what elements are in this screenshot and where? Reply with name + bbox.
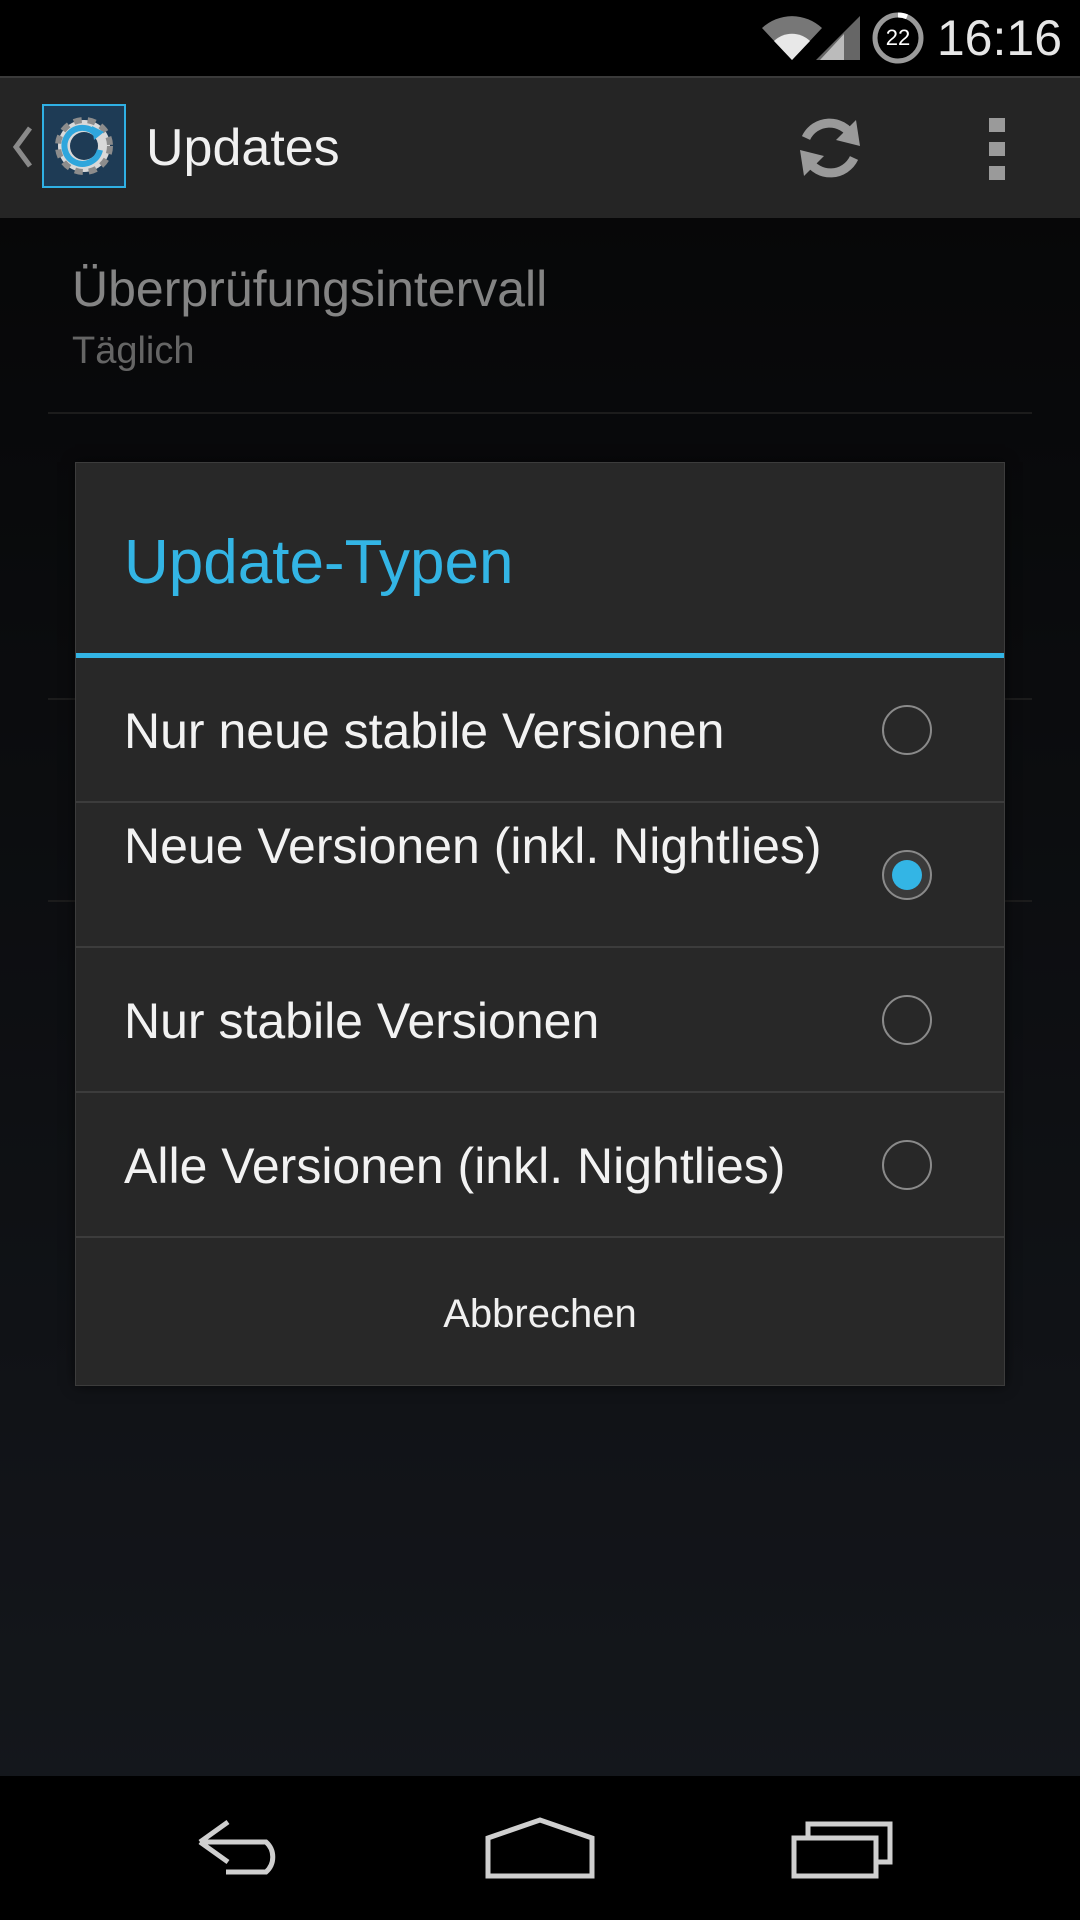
signal-icon [816,16,860,60]
battery-level: 22 [885,25,911,50]
refresh-icon[interactable] [790,108,870,188]
option-new-with-nightlies[interactable]: Neue Versionen (inkl. Nightlies) [76,803,1004,948]
home-icon[interactable] [484,1816,596,1880]
up-caret-icon[interactable] [10,124,36,170]
option-new-stable[interactable]: Nur neue stabile Versionen [76,658,1004,803]
back-icon[interactable] [186,1816,292,1880]
radio-unchecked-icon[interactable] [882,705,932,755]
option-label: Nur stabile Versionen [124,993,600,1049]
battery-icon: 22 [872,12,924,64]
option-stable-only[interactable]: Nur stabile Versionen [76,948,1004,1093]
status-bar: 22 16:16 [0,0,1080,76]
screen: 22 16:16 Updates Überprüfungsintervall T… [0,0,1080,1920]
navigation-bar [0,1776,1080,1920]
radio-unchecked-icon[interactable] [882,995,932,1045]
dialog-title: Update-Typen [124,528,514,597]
radio-checked-icon[interactable] [882,850,932,900]
option-label: Neue Versionen (inkl. Nightlies) [124,818,822,874]
action-bar-title: Updates [146,119,340,177]
overflow-menu-icon[interactable] [970,114,1024,184]
update-types-dialog: Update-Typen Nur neue stabile Versionen … [75,462,1005,1386]
recents-icon[interactable] [790,1816,894,1880]
status-time: 16:16 [936,10,1062,66]
action-bar: Updates [0,76,1080,218]
app-settings-update-icon[interactable] [42,104,126,188]
option-label: Nur neue stabile Versionen [124,703,725,759]
radio-unchecked-icon[interactable] [882,1140,932,1190]
option-all-with-nightlies[interactable]: Alle Versionen (inkl. Nightlies) [76,1093,1004,1238]
option-label: Alle Versionen (inkl. Nightlies) [124,1138,786,1194]
cancel-button[interactable]: Abbrechen [76,1243,1004,1385]
